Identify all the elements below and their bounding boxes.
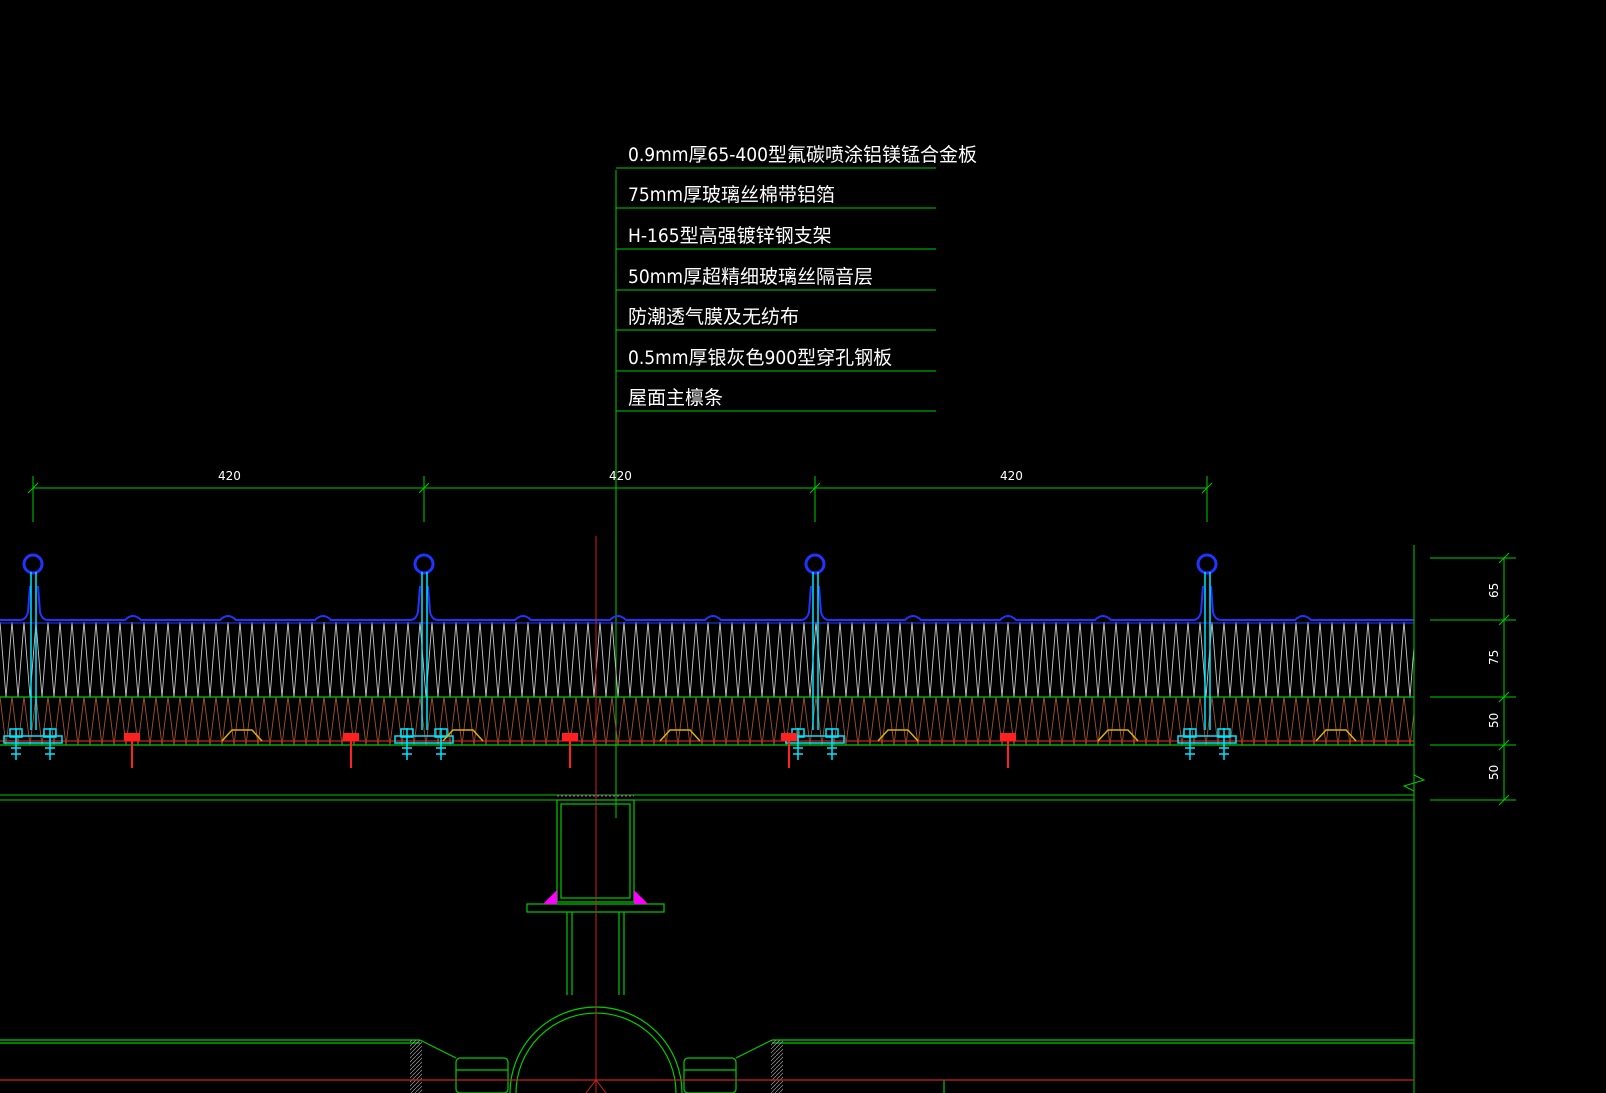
- wall-hatch-right: [771, 1040, 783, 1093]
- roof-section-drawing: 0.9mm厚65-400型氟碳喷涂铝镁锰合金板 75mm厚玻璃丝棉带铝箔 H-1…: [0, 144, 1516, 1093]
- layer-label-glass-wool: 75mm厚玻璃丝棉带铝箔: [628, 184, 835, 206]
- right-dimension-chain: [1402, 545, 1516, 1093]
- dimension-label: 50: [1487, 765, 1501, 780]
- acoustic-layer: [0, 697, 1414, 745]
- layer-label-purlin: 屋面主檩条: [628, 387, 723, 409]
- top-dimension-chain: 420 420 420: [27, 469, 1213, 522]
- wall-hatch-left: [410, 1040, 422, 1093]
- dimension-label: 420: [609, 469, 632, 483]
- dimension-label: 420: [1000, 469, 1023, 483]
- dimension-label: 420: [218, 469, 241, 483]
- dimension-label: 75: [1487, 650, 1501, 665]
- glass-wool-layer: [0, 622, 1414, 697]
- layer-label-steel-bracket: H-165型高强镀锌钢支架: [628, 225, 832, 247]
- layer-label-membrane: 防潮透气膜及无纺布: [628, 306, 799, 328]
- roof-panel-profile: [0, 585, 1414, 621]
- seam-clips: [22, 553, 1218, 575]
- roof-buildup: [0, 553, 1414, 801]
- layer-label-perforated-sheet: 0.5mm厚银灰色900型穿孔钢板: [628, 347, 892, 369]
- dimension-label: 65: [1487, 583, 1501, 598]
- layer-label-acoustic-layer: 50mm厚超精细玻璃丝隔音层: [628, 266, 873, 288]
- purlin-support: [0, 795, 1414, 1093]
- dimension-label: 50: [1487, 713, 1501, 728]
- layer-label-roof-panel: 0.9mm厚65-400型氟碳喷涂铝镁锰合金板: [628, 144, 977, 166]
